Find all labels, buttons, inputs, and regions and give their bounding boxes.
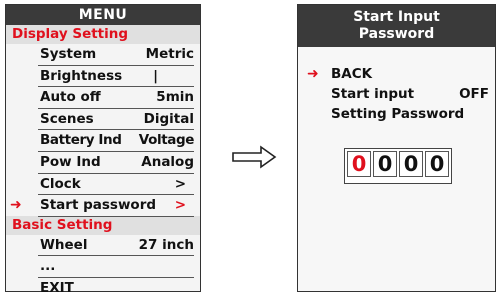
password-digit-3[interactable]: 0 <box>399 151 423 177</box>
menu-item-label: Battery Ind <box>40 132 122 149</box>
menu-item-system[interactable]: System Metric <box>38 44 194 66</box>
password-item-back[interactable]: ➜ BACK <box>307 64 489 84</box>
menu-item-value: Analog <box>141 153 194 170</box>
menu-item-pow-ind[interactable]: Pow Ind Analog <box>38 152 194 174</box>
menu-item-label: Brightness <box>40 67 123 84</box>
menu-item-label: ... <box>40 258 56 275</box>
menu-item-value: Voltage <box>138 132 195 149</box>
password-item-setting-password[interactable]: Setting Password <box>331 104 489 124</box>
menu-item-label: Auto off <box>40 89 101 106</box>
menu-panel: MENU Display Setting System Metric Brigh… <box>5 4 201 296</box>
menu-item-label: Scenes <box>40 110 94 127</box>
password-panel-title: Start Input Password <box>298 5 495 47</box>
menu-item-label: Pow Ind <box>40 153 101 170</box>
password-item-label: Start input <box>331 86 415 102</box>
menu-item-auto-off[interactable]: Auto off 5min <box>38 87 194 109</box>
password-title-line1: Start Input <box>353 9 440 25</box>
menu-item-value: 5min <box>156 89 194 106</box>
flow-arrow-icon <box>232 145 277 169</box>
selector-arrow-icon: ➜ <box>10 197 22 214</box>
menu-item-exit[interactable]: EXIT <box>38 278 194 299</box>
menu-item-clock[interactable]: Clock > <box>38 174 194 196</box>
menu-item-value: > <box>174 175 186 192</box>
password-item-start-input[interactable]: Start input OFF <box>331 84 489 104</box>
menu-title: MENU <box>6 5 200 25</box>
menu-item-value: > <box>174 197 186 214</box>
password-item-label: BACK <box>331 66 373 82</box>
password-item-label: Setting Password <box>331 106 465 122</box>
password-title-line2: Password <box>358 26 435 42</box>
password-digit-4[interactable]: 0 <box>425 151 449 177</box>
menu-item-label: System <box>40 46 97 62</box>
menu-item-wheel[interactable]: Wheel 27 inch <box>38 235 194 257</box>
password-digit-2[interactable]: 0 <box>373 151 397 177</box>
section-basic-setting: Basic Setting <box>6 215 200 235</box>
menu-item-label: EXIT <box>40 279 74 296</box>
menu-item-value: | <box>153 67 158 84</box>
password-item-value: OFF <box>459 86 489 102</box>
section-display-setting: Display Setting <box>6 25 200 44</box>
menu-item-label: Start password <box>40 197 157 214</box>
menu-item-value: Digital <box>143 110 194 127</box>
menu-item-start-password[interactable]: ➜ Start password > <box>10 195 194 217</box>
menu-item-more[interactable]: ... <box>38 256 194 278</box>
menu-item-value: 27 inch <box>138 236 194 253</box>
menu-item-label: Clock <box>40 175 81 192</box>
selector-arrow-icon: ➜ <box>307 66 319 82</box>
menu-item-scenes[interactable]: Scenes Digital <box>38 109 194 131</box>
menu-item-value: Metric <box>145 46 194 62</box>
password-digit-1[interactable]: 0 <box>347 151 371 177</box>
menu-item-label: Wheel <box>40 236 88 253</box>
menu-item-battery-ind[interactable]: Battery Ind Voltage <box>38 130 194 152</box>
password-digit-input[interactable]: 0 0 0 0 <box>344 148 452 184</box>
menu-item-brightness[interactable]: Brightness | <box>38 66 194 88</box>
password-panel: Start Input Password ➜ BACK Start input … <box>297 4 496 292</box>
